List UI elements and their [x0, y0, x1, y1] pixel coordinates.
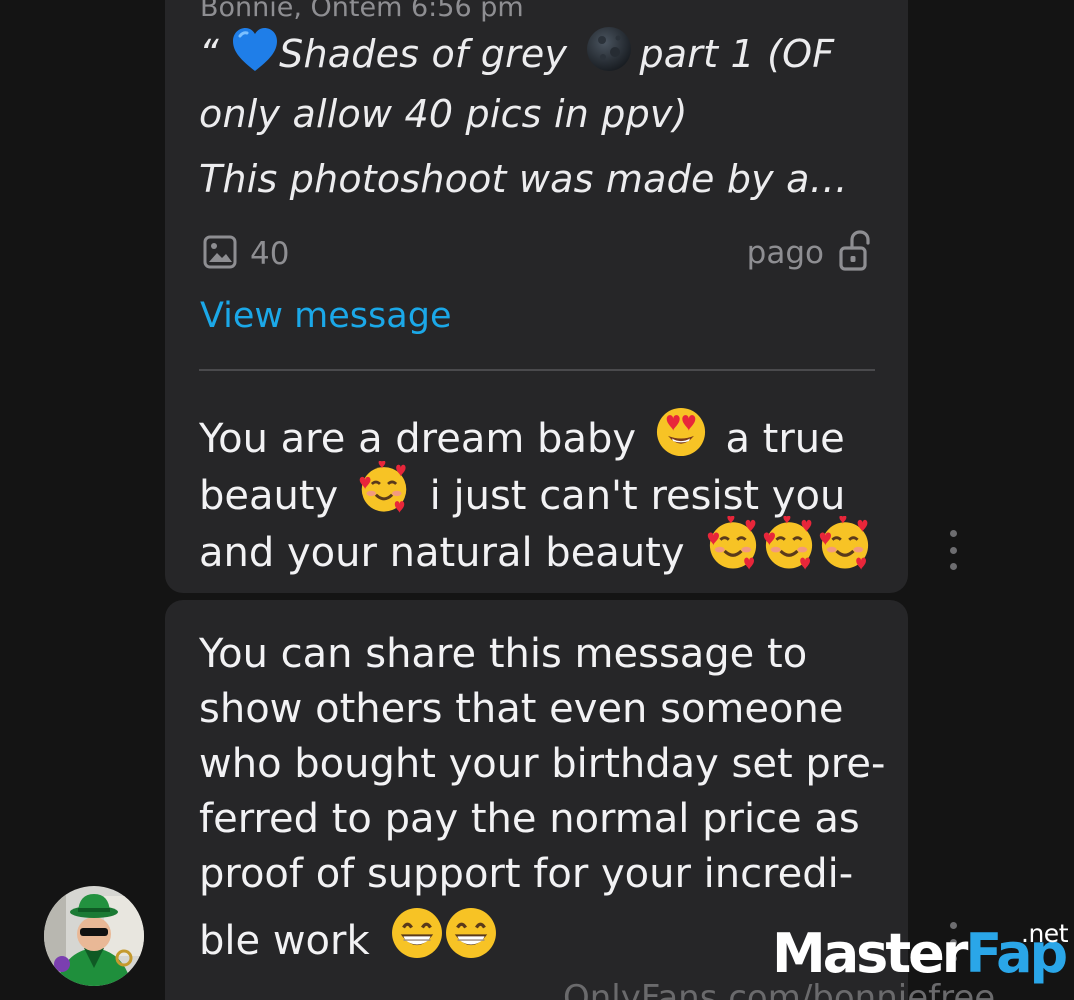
message-1-line-3: and your natural beauty [199, 516, 873, 582]
smiling-face-with-hearts-emoji [761, 516, 817, 582]
message-1-line-1b: a true [725, 416, 845, 462]
watermark-net: .net [1021, 919, 1068, 948]
message-2-line: show others that even someone [199, 686, 844, 732]
message-1-line-3-text: and your natural beauty [199, 530, 685, 576]
unlocked-padlock-icon [838, 230, 874, 276]
message-2-line-6-text: ble work [199, 918, 370, 964]
message-1-line-2b: i just can't resist you [429, 473, 846, 519]
view-message-link[interactable]: View message [200, 296, 451, 336]
media-count: 40 [202, 234, 289, 274]
message-2-line: who bought your birthday set pre- [199, 741, 886, 787]
message-1-line-1: You are a dream baby a true [199, 406, 845, 468]
watermark-master: Master [772, 922, 968, 985]
image-icon [202, 234, 238, 274]
media-count-value: 40 [250, 236, 290, 272]
quote-divider [199, 369, 875, 371]
grinning-face-emoji [390, 906, 444, 970]
grinning-face-emoji [444, 906, 498, 970]
price-status: pago [746, 230, 874, 276]
chat-screen: Bonnie, Ontem 6:56 pm “ Shades of grey p… [0, 0, 1074, 1000]
quoted-line-3: This photoshoot was made by a… [199, 157, 848, 201]
heart-eyes-emoji [655, 406, 707, 468]
message-2-last-line: ble work [199, 906, 498, 970]
smiling-face-with-hearts-emoji [705, 516, 761, 582]
message-1-line-1a: You are a dream baby [199, 416, 637, 462]
quoted-title-line: “ Shades of grey part 1 (OF [199, 25, 834, 82]
quoted-title-part-a: Shades of grey [279, 32, 568, 76]
watermark-logo: MasterFap .net [772, 919, 1072, 1000]
smiling-face-with-hearts-emoji [817, 516, 873, 582]
message-2-line: ferred to pay the normal price as [199, 796, 860, 842]
open-quote-mark: “ [199, 32, 219, 76]
message-1-line-2a: beauty [199, 473, 339, 519]
message-bubble-1: Bonnie, Ontem 6:56 pm “ Shades of grey p… [165, 0, 908, 593]
quoted-line-2: only allow 40 pics in ppv) [199, 92, 688, 136]
new-moon-icon [585, 25, 633, 82]
message-2-line: proof of support for your incredi- [199, 851, 854, 897]
price-status-label: pago [746, 235, 824, 271]
avatar[interactable] [44, 886, 144, 986]
quoted-message-meta: Bonnie, Ontem 6:56 pm [200, 0, 524, 23]
message-2-line: You can share this message to [199, 631, 808, 677]
message-1-options-icon[interactable] [946, 530, 960, 570]
quoted-title-part-b: part 1 (OF [639, 32, 835, 76]
blue-heart-icon [231, 27, 279, 82]
